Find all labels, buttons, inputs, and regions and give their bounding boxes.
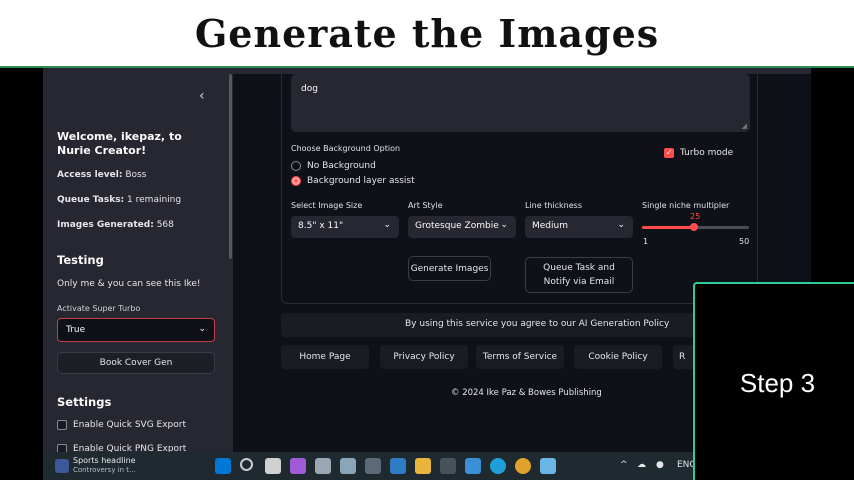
art-style-label: Art Style xyxy=(408,201,443,210)
search-icon[interactable] xyxy=(240,458,253,471)
console-icon[interactable] xyxy=(440,458,456,474)
banner-title: Generate the Images xyxy=(194,10,660,56)
radio-no-background[interactable]: No Background xyxy=(291,161,376,171)
art-style-value: Grotesque Zombie xyxy=(415,221,499,231)
cloud-icon[interactable]: ☁ xyxy=(637,460,646,470)
svg-export-label: Enable Quick SVG Export xyxy=(73,420,186,430)
collapse-sidebar-icon[interactable]: ‹ xyxy=(199,88,205,104)
app-icon[interactable] xyxy=(340,458,356,474)
news-widget-icon[interactable] xyxy=(55,459,69,473)
title-banner: Generate the Images xyxy=(0,0,854,66)
tray-chevron-icon[interactable]: ^ xyxy=(620,460,628,470)
testing-heading: Testing xyxy=(57,253,104,267)
queue-tasks: Queue Tasks: 1 remaining xyxy=(57,195,181,205)
chevron-down-icon: ⌄ xyxy=(383,220,391,230)
prompt-value: dog xyxy=(301,84,318,94)
app-icon[interactable] xyxy=(465,458,481,474)
sidebar: ‹ Welcome, ikepaz, to Nurie Creator! Acc… xyxy=(43,68,233,452)
niche-slider-min: 1 xyxy=(643,237,649,246)
queue-tasks-value: 1 remaining xyxy=(127,195,182,205)
microphone-icon[interactable]: ● xyxy=(656,460,664,470)
chevron-down-icon: ⌄ xyxy=(617,220,625,230)
windows-taskbar: Sports headline Controversy in t... ^ ☁ … xyxy=(43,452,696,480)
access-level: Access level: Boss xyxy=(57,170,146,180)
super-turbo-select[interactable]: True ⌄ xyxy=(57,318,215,342)
niche-slider-fill xyxy=(642,226,695,229)
images-generated-value: 568 xyxy=(156,220,174,230)
checkmark-icon: ✓ xyxy=(664,148,674,158)
access-level-label: Access level: xyxy=(57,170,123,180)
svg-export-checkbox[interactable]: Enable Quick SVG Export xyxy=(57,420,186,430)
terminal-icon[interactable] xyxy=(390,458,406,474)
nav-home-page[interactable]: Home Page xyxy=(281,345,369,369)
task-view-icon[interactable] xyxy=(265,458,281,474)
step-overlay: Step 3 xyxy=(693,282,854,480)
nav-cookie-policy[interactable]: Cookie Policy xyxy=(574,345,662,369)
chrome-icon[interactable] xyxy=(515,458,531,474)
app-icon[interactable] xyxy=(365,458,381,474)
file-explorer-icon[interactable] xyxy=(415,458,431,474)
turbo-mode-label: Turbo mode xyxy=(680,148,734,158)
png-export-checkbox[interactable]: Enable Quick PNG Export xyxy=(57,444,186,452)
niche-multiplier-label: Single niche multipler xyxy=(642,201,730,210)
bg-option-label: Choose Background Option xyxy=(291,144,401,153)
screen: Generate the Images ‹ Welcome, ikepaz, t… xyxy=(0,0,854,480)
image-size-value: 8.5" x 11" xyxy=(298,221,344,231)
copilot-icon[interactable] xyxy=(290,458,306,474)
book-cover-gen-button[interactable]: Book Cover Gen xyxy=(57,352,215,374)
image-size-label: Select Image Size xyxy=(291,201,363,210)
resize-handle-icon[interactable]: ◢ xyxy=(742,122,747,130)
image-size-select[interactable]: 8.5" x 11" ⌄ xyxy=(291,216,399,238)
line-thickness-value: Medium xyxy=(532,221,568,231)
radio-background-layer-assist[interactable]: Background layer assist xyxy=(291,176,415,186)
niche-slider-max: 50 xyxy=(739,237,750,246)
super-turbo-value: True xyxy=(66,325,86,335)
generate-images-button[interactable]: Generate Images xyxy=(408,256,491,281)
art-style-select[interactable]: Grotesque Zombie ⌄ xyxy=(408,216,516,238)
start-icon[interactable] xyxy=(215,458,231,474)
images-generated-label: Images Generated: xyxy=(57,220,154,230)
chevron-down-icon: ⌄ xyxy=(198,324,206,334)
niche-slider[interactable] xyxy=(642,223,749,231)
step-label: Step 3 xyxy=(739,368,816,398)
nav-privacy-policy[interactable]: Privacy Policy xyxy=(380,345,468,369)
prompt-textarea[interactable]: dog ◢ xyxy=(291,74,750,132)
radio-off-icon xyxy=(291,161,301,171)
line-thickness-select[interactable]: Medium ⌄ xyxy=(525,216,633,238)
notepad-icon[interactable] xyxy=(540,458,556,474)
images-generated: Images Generated: 568 xyxy=(57,220,174,230)
turbo-mode-checkbox[interactable]: ✓ Turbo mode xyxy=(664,148,733,158)
access-level-value: Boss xyxy=(125,170,147,180)
niche-slider-value: 25 xyxy=(690,212,701,221)
chevron-down-icon: ⌄ xyxy=(500,220,508,230)
news-widget-title[interactable]: Sports headline xyxy=(73,456,136,465)
queue-tasks-label: Queue Tasks: xyxy=(57,195,125,205)
checkbox-icon xyxy=(57,420,67,430)
queue-task-button[interactable]: Queue Task and Notify via Email xyxy=(525,257,633,293)
checkbox-icon xyxy=(57,444,67,452)
line-thickness-label: Line thickness xyxy=(525,201,583,210)
welcome-message: Welcome, ikepaz, to Nurie Creator! xyxy=(57,130,182,157)
edge-icon[interactable] xyxy=(490,458,506,474)
nav-terms-of-service[interactable]: Terms of Service xyxy=(476,345,564,369)
radio-background-layer-assist-label: Background layer assist xyxy=(307,176,415,186)
super-turbo-label: Activate Super Turbo xyxy=(57,304,141,313)
testing-note: Only me & you can see this Ike! xyxy=(57,279,201,289)
sidebar-scrollbar[interactable] xyxy=(229,74,232,259)
copyright: © 2024 Ike Paz & Bowes Publishing xyxy=(451,388,602,398)
camera-icon[interactable] xyxy=(315,458,331,474)
radio-no-background-label: No Background xyxy=(307,161,376,171)
settings-heading: Settings xyxy=(57,395,112,409)
news-widget-subtitle[interactable]: Controversy in t... xyxy=(73,466,136,474)
radio-on-icon xyxy=(291,176,301,186)
png-export-label: Enable Quick PNG Export xyxy=(73,444,187,452)
